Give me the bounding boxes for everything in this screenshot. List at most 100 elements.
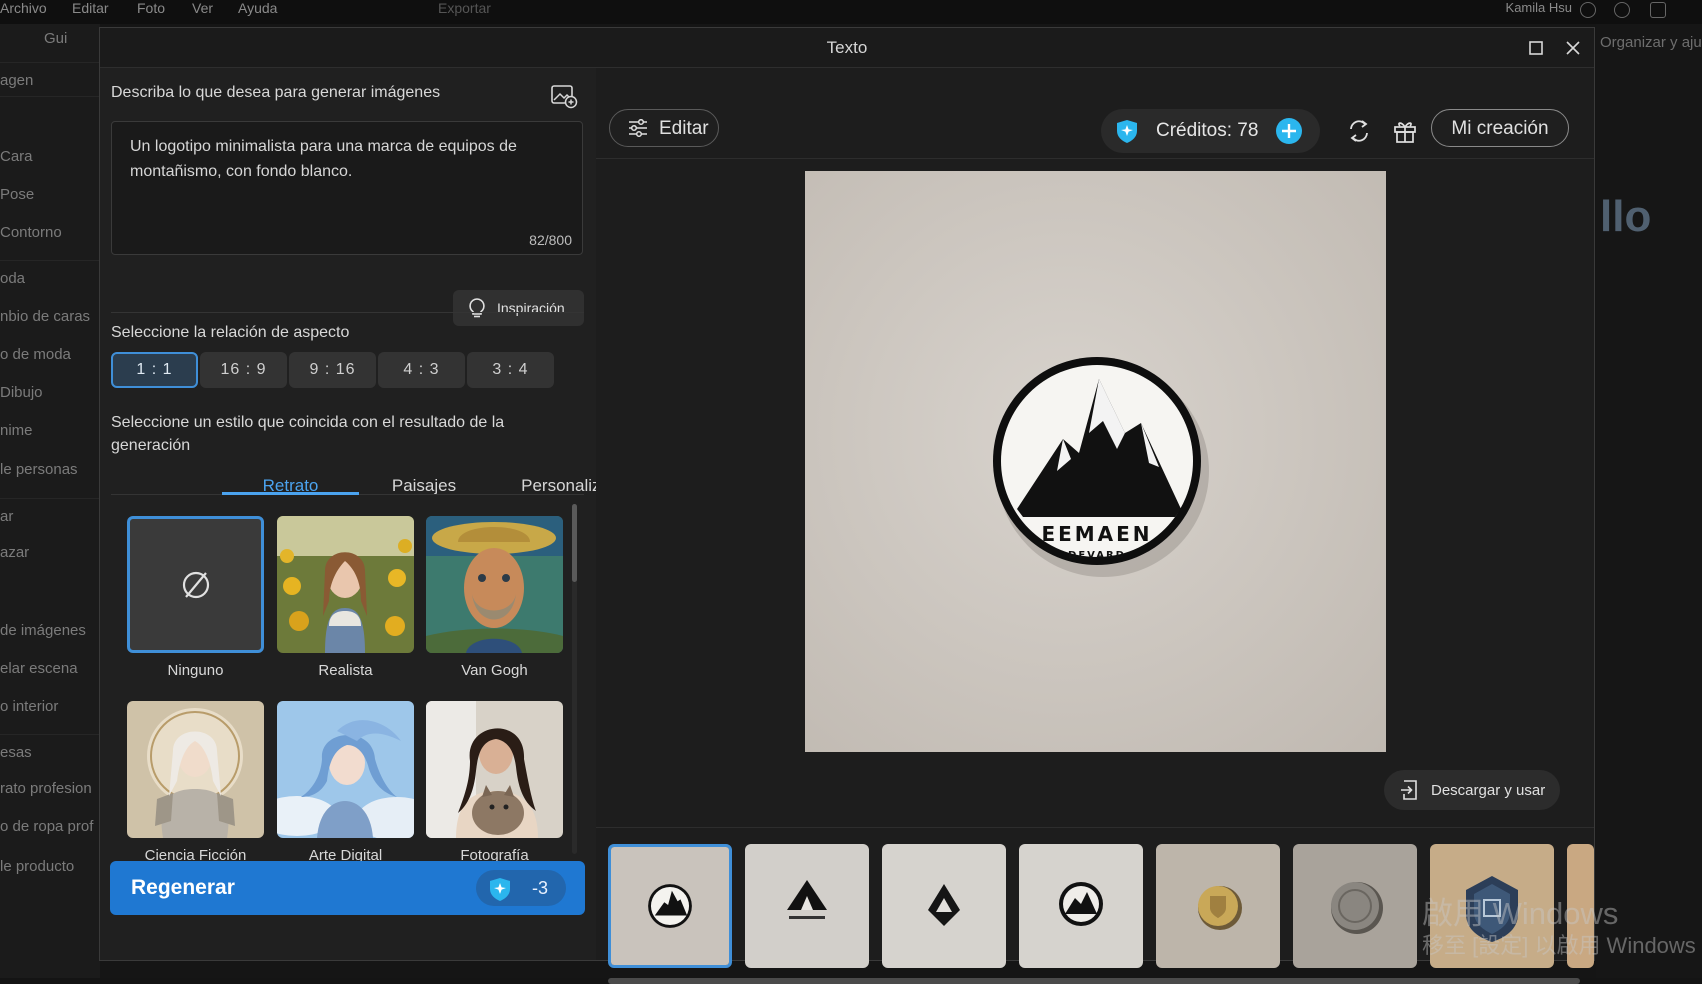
credits-display: Créditos: 78 <box>1101 109 1320 153</box>
bg-sidebar-item: nbio de caras <box>0 308 91 325</box>
result-thumbnail-5[interactable] <box>1156 844 1280 968</box>
toolbar-divider <box>596 158 1594 159</box>
background-big-text: llo <box>1600 192 1652 241</box>
fotografia-image[interactable] <box>426 701 563 838</box>
bg-sidebar-item: azar <box>0 544 30 561</box>
result-panel: Editar Créditos: 78 Mi creación EEMAEN D… <box>596 68 1594 984</box>
download-and-use-button[interactable]: Descargar y usar <box>1384 770 1560 810</box>
aspect-16-9-button[interactable]: 16 : 9 <box>200 352 287 388</box>
logo-subtext: DEVARD <box>1068 550 1126 561</box>
inspiration-button[interactable]: Inspiración <box>453 290 584 326</box>
aspect-4-3-button[interactable]: 4 : 3 <box>378 352 465 388</box>
bg-sidebar-item: o de moda <box>0 346 71 363</box>
bg-sidebar-item: Pose <box>0 186 35 203</box>
organize-label: Organizar y aju <box>1600 34 1702 51</box>
download-and-use-label: Descargar y usar <box>1431 782 1546 799</box>
regenerate-cost: -3 <box>532 878 549 898</box>
regenerate-cost-badge: -3 <box>476 870 566 906</box>
bg-sidebar-item: agen <box>0 72 34 89</box>
realista-image[interactable] <box>277 516 414 653</box>
menu-foto[interactable]: Foto <box>137 0 165 16</box>
regenerate-label: Regenerar <box>131 876 235 899</box>
settings-icon[interactable] <box>1650 2 1666 18</box>
style-card-label: Van Gogh <box>461 662 528 679</box>
image-upload-icon[interactable] <box>550 83 578 109</box>
style-thumb[interactable] <box>127 516 264 653</box>
download-use-icon <box>1401 780 1417 800</box>
maximize-icon[interactable] <box>1524 36 1548 60</box>
refresh-icon[interactable] <box>1341 113 1377 149</box>
styles-scrollbar-thumb[interactable] <box>572 504 577 582</box>
edit-label: Editar <box>659 118 709 139</box>
thumbnails-divider <box>596 827 1594 828</box>
user-name: Kamila Hsu <box>1505 0 1572 15</box>
menu-ayuda[interactable]: Ayuda <box>238 0 277 16</box>
style-card-label: Realista <box>318 662 373 679</box>
credit-shield-icon <box>490 878 510 901</box>
active-tab-indicator <box>222 492 359 495</box>
bg-sidebar-item: ar <box>0 508 14 525</box>
windows-activation-watermark: 啟用 Windows <box>1422 896 1619 931</box>
generated-image-preview[interactable]: EEMAEN DEVARD <box>805 171 1386 752</box>
my-creation-button[interactable]: Mi creación <box>1431 109 1569 147</box>
ciencia-ficcion-image[interactable] <box>127 701 264 838</box>
menu-exportar[interactable]: Exportar <box>438 0 491 16</box>
bg-sidebar-item: esas <box>0 744 32 761</box>
prompt-textarea[interactable]: Un logotipo minimalista para una marca d… <box>111 121 583 255</box>
windows-activation-watermark-sub: 移至 [設定] 以啟用 Windows <box>1422 933 1696 958</box>
bg-sidebar-item: nime <box>0 422 33 439</box>
result-thumbnail-3[interactable] <box>882 844 1006 968</box>
bg-sidebar-item: o de ropa prof <box>0 818 94 835</box>
result-thumbnail-4[interactable] <box>1019 844 1143 968</box>
bg-sidebar-item: Cara <box>0 148 33 165</box>
bg-sidebar-item: le personas <box>0 461 78 478</box>
bg-sidebar-item: elar escena <box>0 660 78 677</box>
close-icon[interactable] <box>1561 36 1585 60</box>
thumbnails-scrollbar[interactable] <box>608 978 1580 984</box>
gift-icon[interactable] <box>1387 113 1423 149</box>
guide-label: Gui <box>44 30 68 47</box>
inspiration-label: Inspiración <box>497 300 565 316</box>
background-right-panel: Organizar y aju llo <box>1596 24 1702 978</box>
credit-shield-icon <box>1117 120 1137 143</box>
regenerate-button[interactable]: Regenerar -3 <box>110 861 585 915</box>
bg-sidebar-item: le producto <box>0 858 75 875</box>
style-card-label: Ninguno <box>167 662 224 679</box>
arte-digital-image[interactable] <box>277 701 414 838</box>
prompt-text[interactable]: Un logotipo minimalista para una marca d… <box>130 134 560 184</box>
app-menu-bar: Archivo Editar Foto Ver Ayuda Exportar K… <box>0 0 1702 24</box>
result-thumbnail-1[interactable] <box>608 844 732 968</box>
result-thumbnail-2[interactable] <box>745 844 869 968</box>
lightbulb-icon <box>469 298 485 318</box>
menu-editar[interactable]: Editar <box>72 0 109 16</box>
tab-paisajes[interactable]: Paisajes <box>379 476 469 496</box>
bg-sidebar-item: oda <box>0 270 26 287</box>
prompt-label: Describa lo que desea para generar imáge… <box>111 84 441 101</box>
bg-sidebar-item: rato profesion <box>0 780 92 797</box>
result-thumbnail-6[interactable] <box>1293 844 1417 968</box>
aspect-3-4-button[interactable]: 3 : 4 <box>467 352 554 388</box>
bg-sidebar-item: de imágenes <box>0 622 86 639</box>
background-sidebar: Gui agen Cara Pose Contorno oda nbio de … <box>0 24 100 978</box>
menu-archivo[interactable]: Archivo <box>0 0 47 16</box>
aspect-1-1-button[interactable]: 1 : 1 <box>111 352 198 388</box>
styles-scrollbar[interactable] <box>572 504 577 854</box>
bg-sidebar-item: o interior <box>0 698 59 715</box>
aspect-label: Seleccione la relación de aspecto <box>111 324 350 341</box>
add-credits-icon[interactable] <box>1275 117 1303 145</box>
bg-sidebar-item: Dibujo <box>0 384 43 401</box>
avatar-icon[interactable] <box>1580 2 1596 18</box>
aspect-9-16-button[interactable]: 9 : 16 <box>289 352 376 388</box>
none-icon <box>182 571 210 599</box>
edit-button[interactable]: Editar <box>609 109 719 147</box>
menu-ver[interactable]: Ver <box>192 0 213 16</box>
dialog-title: Texto <box>826 38 868 57</box>
van-gogh-image[interactable] <box>426 516 563 653</box>
dialog-titlebar: Texto <box>100 28 1594 68</box>
text-to-image-dialog: Texto Describa lo que desea para generar… <box>99 27 1595 984</box>
sliders-icon <box>629 119 647 137</box>
notification-icon[interactable] <box>1614 2 1630 18</box>
bg-sidebar-item: Contorno <box>0 224 62 241</box>
credits-label: Créditos: 78 <box>1156 120 1259 141</box>
logo-text: EEMAEN <box>1041 522 1152 546</box>
